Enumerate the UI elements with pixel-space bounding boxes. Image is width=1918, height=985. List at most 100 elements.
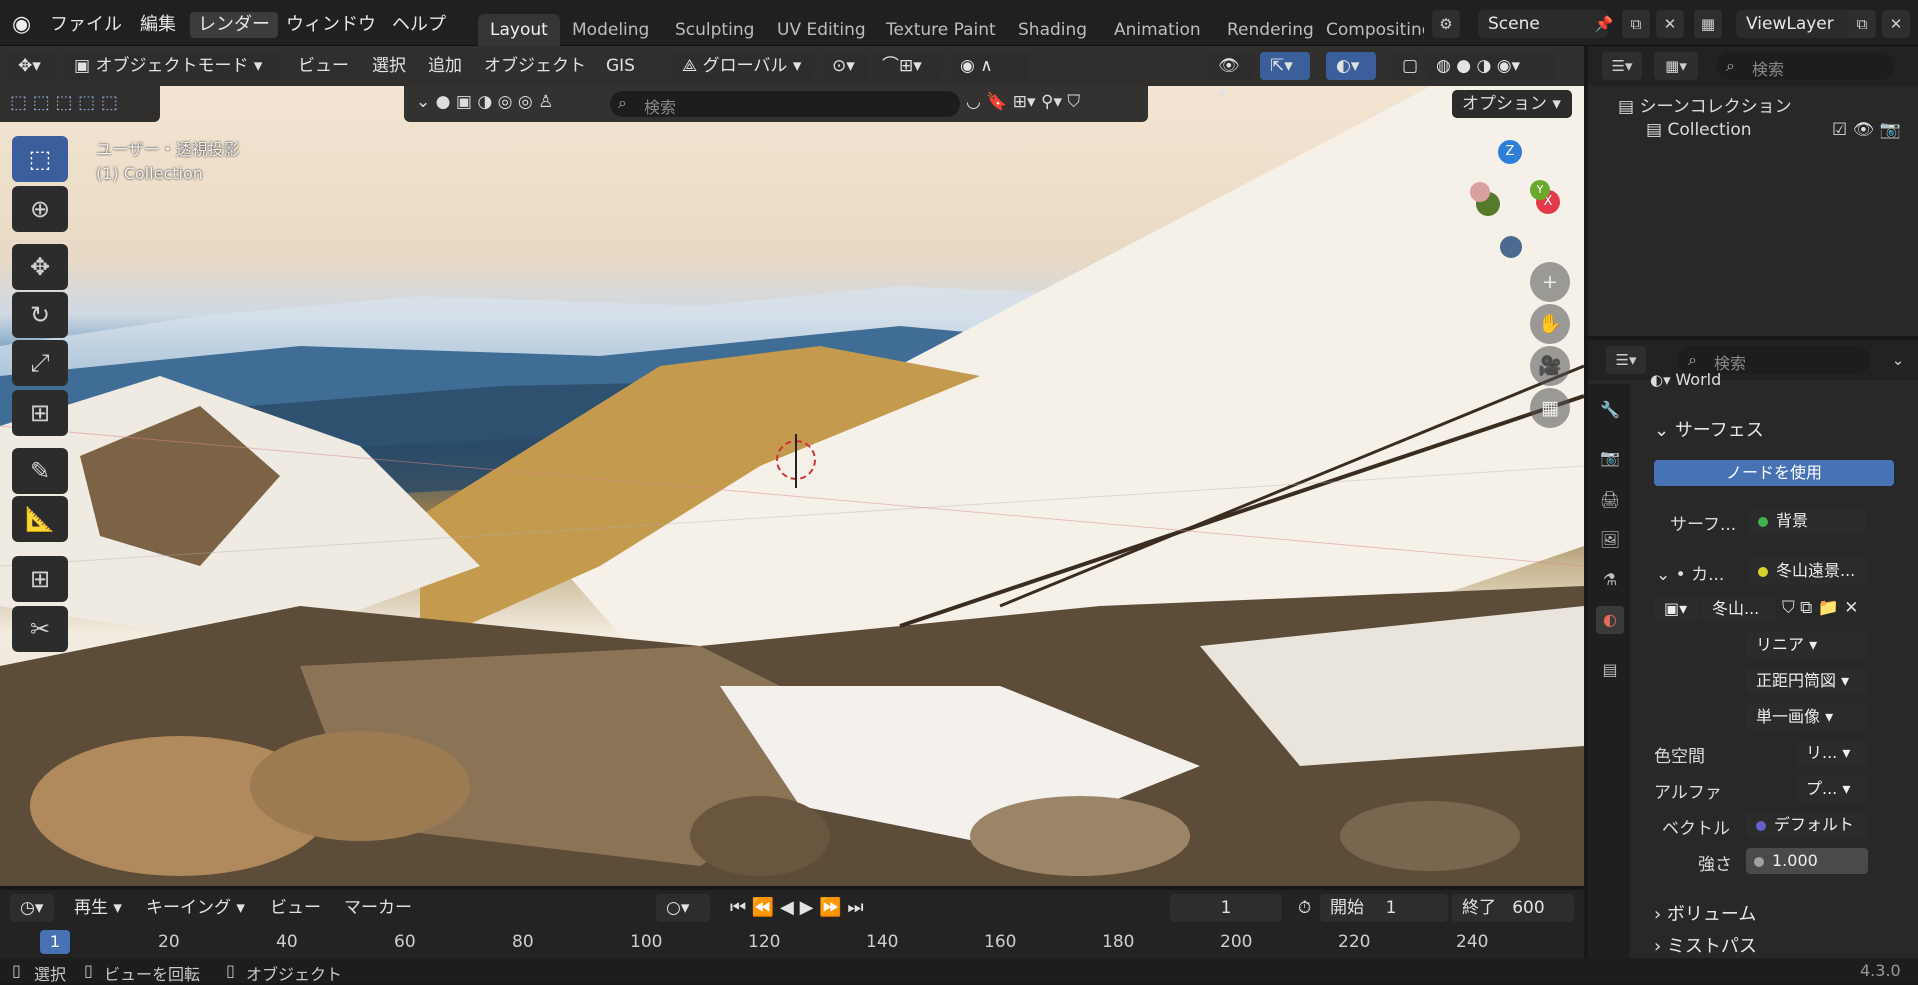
output-tab-icon[interactable]: 🖨 <box>1596 486 1624 514</box>
outliner-item-collection[interactable]: ▤ Collection <box>1646 120 1752 140</box>
tab-rendering[interactable]: Rendering <box>1215 14 1326 46</box>
tab-compositing[interactable]: Compositing <box>1314 14 1424 46</box>
tab-modeling[interactable]: Modeling <box>560 14 661 46</box>
delete-view-layer-icon[interactable]: ✕ <box>1882 10 1910 38</box>
pivot-icon[interactable]: ⊙▾ <box>822 52 868 80</box>
volume-section-header[interactable]: › ボリューム <box>1654 900 1756 926</box>
annotate-tool-icon[interactable]: ✎ <box>12 448 68 494</box>
gis-tool-icons[interactable]: ⌄ ● ▣ ◑ ◎ ◎ ♙ <box>416 92 553 112</box>
camera-view-icon[interactable]: 🎥 <box>1530 346 1570 386</box>
image-browse-icon[interactable]: ▣▾ <box>1654 596 1700 622</box>
zoom-icon[interactable]: + <box>1530 262 1570 302</box>
gizmo-z-axis[interactable]: Z <box>1498 140 1522 164</box>
timeline-view-menu[interactable]: ビュー <box>260 894 331 922</box>
collection-visibility-icons[interactable]: ☑ 👁 📷 <box>1832 120 1901 140</box>
marker-menu[interactable]: マーカー <box>334 894 422 922</box>
delete-scene-icon[interactable]: ✕ <box>1656 10 1684 38</box>
playback-controls-icons[interactable]: ⏮ ⏪ ◀ ▶ ⏩ ⏭ <box>720 894 874 922</box>
image-actions-icons[interactable]: ⛉ ⧉ 📁 ✕ <box>1782 598 1859 618</box>
navigation-gizmo[interactable]: Z X Y <box>1450 136 1570 266</box>
mistpass-section-header[interactable]: › ミストパス <box>1654 932 1757 958</box>
surface-shader-field[interactable]: 背景 <box>1748 508 1866 534</box>
ortho-grid-icon[interactable]: ▦ <box>1530 388 1570 428</box>
source-dropdown[interactable]: 単一画像 ▾ <box>1746 704 1868 730</box>
menu-file[interactable]: ファイル <box>42 12 130 38</box>
gis-search-input[interactable]: ⌕ 検索 <box>610 91 960 117</box>
gizmo-neg-x[interactable] <box>1470 182 1490 202</box>
auto-key-icon[interactable]: ○▾ <box>656 894 710 922</box>
vector-field[interactable]: デフォルト <box>1746 812 1868 838</box>
proportional-edit-icon[interactable]: ◉ ∧ <box>950 52 1028 80</box>
strength-field[interactable]: 1.000 <box>1746 848 1868 874</box>
properties-editor-type-icon[interactable]: ☰▾ <box>1606 346 1646 374</box>
tab-sculpting[interactable]: Sculpting <box>663 14 766 46</box>
xray-icon[interactable]: ▢ <box>1392 52 1418 80</box>
menu-help[interactable]: ヘルプ <box>384 12 454 38</box>
menu-view[interactable]: ビュー <box>288 52 359 80</box>
pin-icon[interactable]: 📌 <box>1590 10 1618 38</box>
image-name-field[interactable]: 冬山... <box>1702 596 1776 622</box>
tab-animation[interactable]: Animation <box>1102 14 1213 46</box>
new-view-layer-icon[interactable]: ⧉ <box>1848 10 1876 38</box>
transform-orientation-dropdown[interactable]: ⟁ グローバル ▾ <box>672 52 814 80</box>
extra-tool-icon[interactable]: ✂ <box>12 606 68 652</box>
scene-field[interactable]: Scene <box>1478 10 1608 38</box>
scene-tab-icon[interactable]: ⚗ <box>1596 566 1624 594</box>
overlay-toggle-icon[interactable]: ◐▾ <box>1326 52 1376 80</box>
tab-uv-editing[interactable]: UV Editing <box>765 14 878 46</box>
outliner-search-input[interactable]: ⌕ 検索 <box>1716 52 1894 80</box>
tab-texture-paint[interactable]: Texture Paint <box>874 14 1008 46</box>
view-layer-icon[interactable]: ▦ <box>1694 10 1722 38</box>
color-input-field[interactable]: 冬山遠景... <box>1748 558 1868 584</box>
menu-select[interactable]: 選択 <box>362 52 416 80</box>
cursor-tool-icon[interactable]: ⊕ <box>12 186 68 232</box>
select-box-icons[interactable]: ⬚ ⬚ ⬚ ⬚ ⬚ <box>10 92 118 113</box>
start-frame-field[interactable]: 開始 1 <box>1320 894 1448 922</box>
menu-add[interactable]: 追加 <box>418 52 472 80</box>
world-tab-icon[interactable]: ◐ <box>1596 606 1624 634</box>
use-nodes-button[interactable]: ノードを使用 <box>1654 460 1894 486</box>
surface-section-header[interactable]: ⌄ サーフェス <box>1654 416 1764 442</box>
play-menu[interactable]: 再生 ▾ <box>64 894 132 922</box>
snap-icon[interactable]: ⌒⊞▾ <box>872 52 942 80</box>
menu-window[interactable]: ウィンドウ <box>278 12 384 38</box>
editor-type-icon[interactable]: ✥▾ <box>8 52 58 80</box>
filter-icons[interactable]: ◡ 🔖 ⊞▾ ⚲▾ ⛉ <box>966 92 1080 112</box>
pan-hand-icon[interactable]: ✋ <box>1530 304 1570 344</box>
menu-render[interactable]: レンダー <box>190 12 278 38</box>
gizmo-toggle-icon[interactable]: ⇱▾ <box>1260 52 1310 80</box>
move-tool-icon[interactable]: ✥ <box>12 244 68 290</box>
menu-gis[interactable]: GIS <box>596 52 645 80</box>
scale-tool-icon[interactable]: ⤢ <box>12 340 68 386</box>
alpha-dropdown[interactable]: プ... ▾ <box>1796 776 1868 802</box>
measure-tool-icon[interactable]: 📐 <box>12 496 68 542</box>
display-mode-icon[interactable]: ▦▾ <box>1654 52 1698 80</box>
playhead-frame-badge[interactable]: 1 <box>40 930 70 954</box>
interpolation-dropdown[interactable]: リニア ▾ <box>1746 632 1868 658</box>
view-layer-field[interactable]: ViewLayer <box>1736 10 1856 38</box>
select-tool-icon[interactable]: ⬚ <box>12 136 68 182</box>
blender-logo-icon[interactable]: ◉ <box>12 12 38 38</box>
world-selector[interactable]: ◐▾ World <box>1650 370 1910 394</box>
tool-tab-icon[interactable]: 🔧 <box>1596 396 1624 424</box>
colorspace-dropdown[interactable]: リ... ▾ <box>1796 740 1868 766</box>
gizmo-neg-z[interactable] <box>1500 236 1522 258</box>
scene-icon[interactable]: ⚙ <box>1432 10 1460 38</box>
view-layer-tab-icon[interactable]: 🖼 <box>1596 526 1624 554</box>
current-frame-field[interactable]: 1 <box>1170 894 1282 922</box>
transform-tool-icon[interactable]: ⊞ <box>12 390 68 436</box>
add-cube-tool-icon[interactable]: ⊞ <box>12 556 68 602</box>
projection-dropdown[interactable]: 正距円筒図 ▾ <box>1746 668 1868 694</box>
collection-tab-icon[interactable]: ▤ <box>1596 656 1624 684</box>
outliner-item-scene-collection[interactable]: ▤ シーンコレクション <box>1618 92 1792 117</box>
end-frame-field[interactable]: 終了 600 <box>1452 894 1574 922</box>
visibility-icon[interactable]: 👁▾ <box>1208 52 1254 104</box>
new-scene-icon[interactable]: ⧉ <box>1622 10 1650 38</box>
tab-layout[interactable]: Layout <box>478 14 560 46</box>
mode-dropdown[interactable]: ▣ オブジェクトモード ▾ <box>64 52 280 80</box>
rotate-tool-icon[interactable]: ↻ <box>12 292 68 338</box>
options-dropdown[interactable]: オプション ▾ <box>1452 90 1572 118</box>
shading-mode-icons[interactable]: ◍ ● ◑ ◉▾ <box>1426 52 1556 80</box>
menu-object[interactable]: オブジェクト <box>474 52 596 80</box>
render-tab-icon[interactable]: 📷 <box>1596 444 1624 472</box>
